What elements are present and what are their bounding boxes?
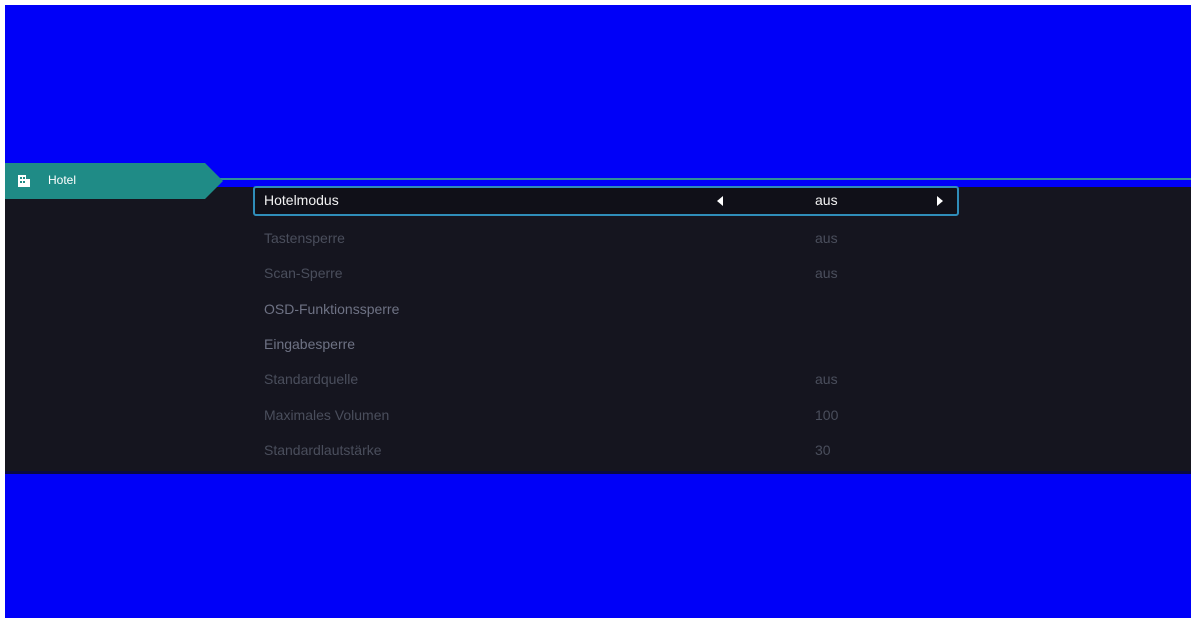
menu-item-label: Scan-Sperre <box>264 265 343 281</box>
menu-item-label: Maximales Volumen <box>264 407 390 423</box>
sidebar-tab-hotel[interactable]: Hotel <box>5 163 223 199</box>
menu-item-osd-funktionssperre[interactable]: OSD-Funktionssperre <box>253 295 959 325</box>
menu-item-label: OSD-Funktionssperre <box>264 301 400 317</box>
menu-panel-shadow <box>5 471 1191 474</box>
menu-item-label: Tastensperre <box>264 230 345 246</box>
menu-item-standardquelle[interactable]: Standardquelle aus <box>253 365 959 395</box>
menu-item-value: aus <box>815 192 838 208</box>
menu-item-standardlautstaerke[interactable]: Standardlautstärke 30 <box>253 436 959 466</box>
menu-item-eingabesperre[interactable]: Eingabesperre <box>253 330 959 360</box>
chevron-right-icon[interactable] <box>937 196 943 206</box>
menu-item-value: 30 <box>815 442 831 458</box>
menu-item-label: Standardlautstärke <box>264 442 382 458</box>
menu-item-label: Standardquelle <box>264 371 359 387</box>
menu-top-divider <box>205 178 1191 180</box>
menu-item-tastensperre[interactable]: Tastensperre aus <box>253 224 959 254</box>
menu-item-value: aus <box>815 265 838 281</box>
menu-item-value: aus <box>815 371 838 387</box>
menu-item-label: Hotelmodus <box>264 192 339 208</box>
sidebar-tab-label: Hotel <box>48 173 77 187</box>
chevron-left-icon[interactable] <box>717 196 723 206</box>
tv-screen: Hotel Hotelmodus aus Tastensperre aus Sc… <box>5 5 1191 618</box>
menu-item-hotelmodus[interactable]: Hotelmodus aus <box>253 186 959 216</box>
hotel-building-icon <box>18 175 30 187</box>
menu-item-value: 100 <box>815 407 839 423</box>
menu-item-scan-sperre[interactable]: Scan-Sperre aus <box>253 259 959 289</box>
menu-item-maximales-volumen[interactable]: Maximales Volumen 100 <box>253 401 959 431</box>
menu-item-label: Eingabesperre <box>264 336 356 352</box>
menu-item-value: aus <box>815 230 838 246</box>
tab-shape <box>5 163 223 199</box>
